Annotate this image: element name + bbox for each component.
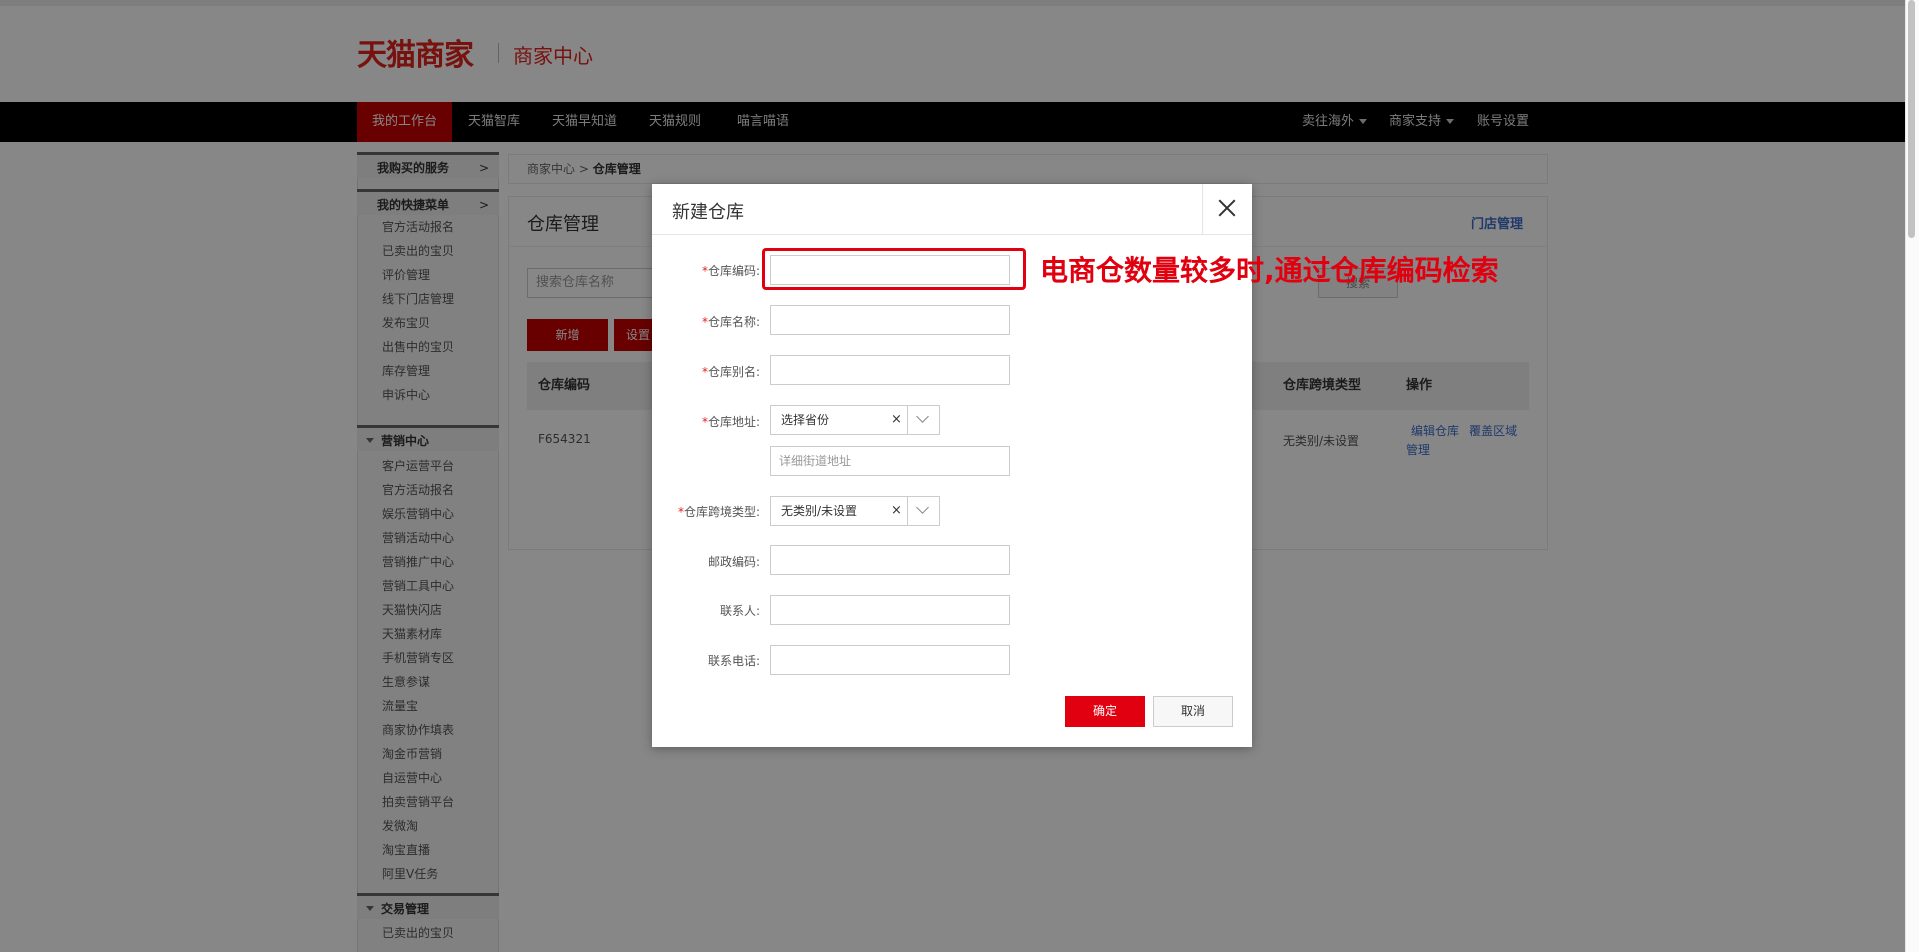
field-label-phone: 联系电话: xyxy=(707,654,760,668)
annotation-text: 电商仓数量较多时,通过仓库编码检索 xyxy=(1040,254,1499,287)
field-label-contact: 联系人: xyxy=(719,604,760,618)
field-label-address: *仓库地址: xyxy=(650,413,760,430)
field-label-name-text: 仓库名称: xyxy=(707,315,760,329)
field-label-postcode: 邮政编码: xyxy=(707,555,760,569)
select-divider xyxy=(907,497,908,525)
field-label-code-text: 仓库编码: xyxy=(707,264,760,278)
annotation-highlight-box xyxy=(762,248,1026,290)
province-select-value: 选择省份 xyxy=(781,413,830,427)
field-label-name: *仓库名称: xyxy=(650,313,760,330)
cross-border-select-value: 无类别/未设置 xyxy=(781,504,858,518)
clear-icon[interactable]: × xyxy=(891,497,902,525)
street-address-input[interactable]: 详细街道地址 xyxy=(770,446,1010,476)
chevron-down-icon[interactable] xyxy=(916,501,929,514)
chevron-down-icon[interactable] xyxy=(916,410,929,423)
cross-border-type-select[interactable]: 无类别/未设置 × xyxy=(770,496,940,526)
cancel-button[interactable]: 取消 xyxy=(1153,696,1233,727)
scrollbar-thumb[interactable] xyxy=(1908,0,1915,238)
field-label-cross-border-text: 仓库跨境类型: xyxy=(683,505,760,519)
field-label-address-text: 仓库地址: xyxy=(707,415,760,429)
province-select[interactable]: 选择省份 × xyxy=(770,405,940,435)
select-divider xyxy=(907,406,908,434)
field-label-code: *仓库编码: xyxy=(650,262,760,279)
postcode-input[interactable] xyxy=(770,545,1010,575)
warehouse-alias-input[interactable] xyxy=(770,355,1010,385)
close-icon[interactable] xyxy=(1216,197,1238,219)
dialog-title: 新建仓库 xyxy=(672,202,744,223)
field-label-alias: *仓库别名: xyxy=(650,363,760,380)
field-label-cross-border: *仓库跨境类型: xyxy=(650,503,760,520)
confirm-button[interactable]: 确定 xyxy=(1065,696,1145,727)
field-label-alias-text: 仓库别名: xyxy=(707,365,760,379)
warehouse-name-input[interactable] xyxy=(770,305,1010,335)
phone-input[interactable] xyxy=(770,645,1010,675)
contact-input[interactable] xyxy=(770,595,1010,625)
clear-icon[interactable]: × xyxy=(891,406,902,434)
